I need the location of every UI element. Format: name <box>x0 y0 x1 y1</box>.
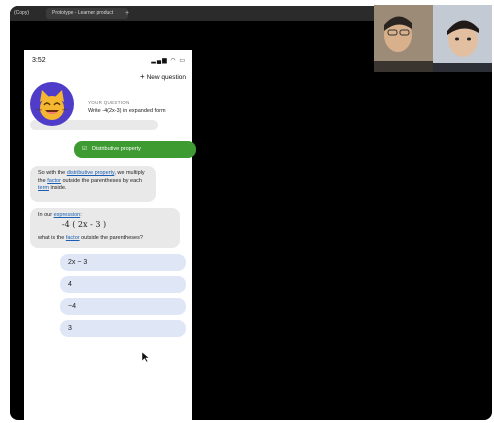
participant-video-1 <box>374 5 433 72</box>
wifi-icon: ◠ <box>170 58 177 64</box>
signal-icon: ▂▄▆ <box>151 58 168 64</box>
plus-icon: + <box>139 72 145 81</box>
video-call-panel <box>374 5 492 72</box>
link-factor-2[interactable]: factor <box>66 235 80 241</box>
answer-option-4[interactable]: 3 <box>60 320 186 337</box>
battery-icon: ▭ <box>179 58 186 64</box>
cat-emoji-icon <box>30 82 74 126</box>
new-tab-button[interactable]: + <box>125 8 129 19</box>
question-text: what is the factor outside the parenthes… <box>38 235 143 241</box>
math-expression: -4 ( 2x - 3 ) <box>61 220 107 229</box>
checkbox-icon: ☑ <box>82 146 87 152</box>
status-time: 3:52 <box>32 57 46 64</box>
link-distributive-property[interactable]: distributive property <box>67 170 115 176</box>
link-factor[interactable]: factor <box>47 178 61 184</box>
tab-copy[interactable]: (Copy) <box>14 8 29 19</box>
new-question-button[interactable]: + New question <box>140 72 186 81</box>
mouse-cursor-icon <box>142 352 150 362</box>
participant-video-2 <box>433 5 492 72</box>
your-question-text: Write -4(2x-3) in expanded form <box>88 108 166 114</box>
tutor-question-bubble: In our expression: -4 ( 2x - 3 ) what is… <box>30 208 180 248</box>
phone-screen: 3:52 ▂▄▆ ◠ ▭ +New question ...? <box>24 50 196 420</box>
answer-option-2[interactable]: 4 <box>60 276 186 293</box>
your-question-label: YOUR QUESTION <box>88 100 130 105</box>
tab-prototype[interactable]: Prototype - Learner product <box>46 8 128 19</box>
tutor-message-text: So with the distributive property, we mu… <box>38 170 145 191</box>
status-icons: ▂▄▆ ◠ ▭ <box>151 57 186 64</box>
tutor-message-bubble: So with the distributive property, we mu… <box>30 166 156 202</box>
answer-option-3[interactable]: −4 <box>60 298 186 315</box>
expression-intro: In our expression: <box>38 212 82 218</box>
link-term[interactable]: term <box>38 185 49 191</box>
answer-option-1[interactable]: 2x − 3 <box>60 254 186 271</box>
link-expression[interactable]: expression <box>54 212 81 218</box>
selected-answer-button[interactable]: ☑ Distributive property <box>74 141 196 158</box>
